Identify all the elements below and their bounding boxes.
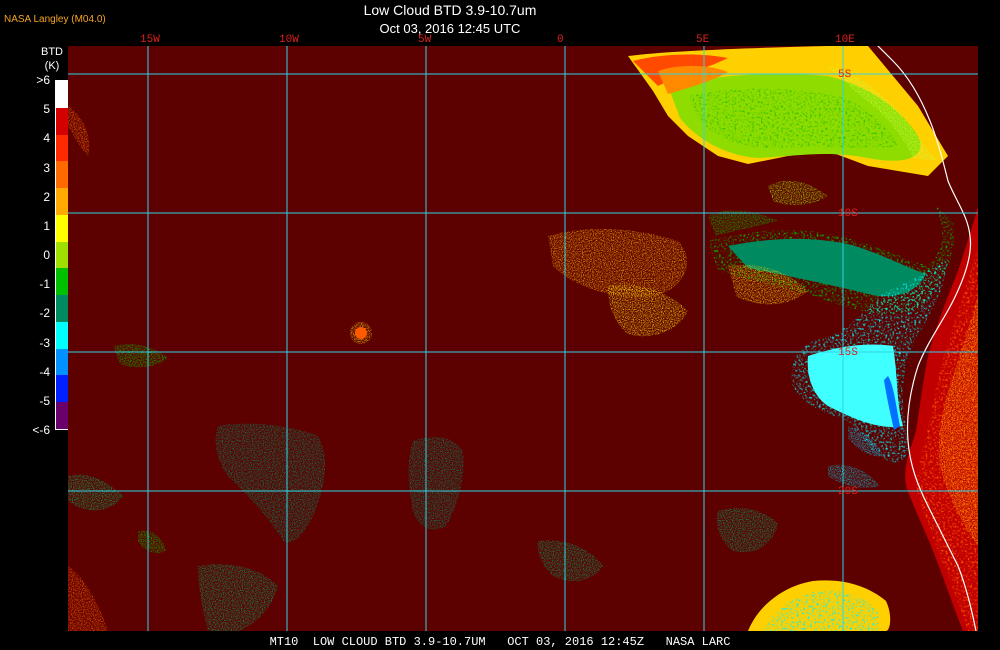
footer-caption: MT10 LOW CLOUD BTD 3.9-10.7UM OCT 03, 20… xyxy=(269,635,731,649)
image-title: Low Cloud BTD 3.9-10.7um xyxy=(363,2,537,18)
legend-tick-label: 4 xyxy=(43,131,50,146)
legend-tick-label: -4 xyxy=(39,364,50,379)
latitude-label: 10S xyxy=(838,208,858,220)
image-datetime: Oct 03, 2016 12:45 UTC xyxy=(379,21,521,36)
latitude-label: 5S xyxy=(838,69,852,81)
legend-tick-label: 0 xyxy=(43,248,50,262)
legend-tick-label: -3 xyxy=(39,335,50,350)
legend-tick-label: 2 xyxy=(43,189,50,204)
legend-tick-label: -1 xyxy=(39,277,50,292)
satellite-image-viewer: NASA Langley (M04.0) Low Cloud BTD 3.9-1… xyxy=(0,0,1000,650)
longitude-label: 10W xyxy=(279,34,299,46)
legend-tick-label: <-6 xyxy=(32,423,50,437)
btd-map[interactable] xyxy=(68,46,978,631)
longitude-label: 5W xyxy=(418,34,432,46)
longitude-label: 15W xyxy=(140,34,160,46)
longitude-label: 10E xyxy=(835,34,855,46)
legend-tick-label: 3 xyxy=(43,160,50,175)
longitude-label: 5E xyxy=(696,34,710,46)
legend-tick-label: -5 xyxy=(39,393,50,408)
latitude-label: 20S xyxy=(838,486,858,498)
legend-title-line2: (K) xyxy=(44,60,60,72)
longitude-label: 0 xyxy=(557,34,564,46)
latitude-label: 15S xyxy=(838,347,858,359)
legend-tick-label: >6 xyxy=(36,73,50,87)
legend-tick-label: -2 xyxy=(39,306,50,321)
legend-tick-label: 1 xyxy=(43,218,50,233)
legend-tick-label: 5 xyxy=(43,102,50,117)
legend-title-line1: BTD xyxy=(41,46,63,58)
legend-title: BTD (K) xyxy=(32,45,72,73)
